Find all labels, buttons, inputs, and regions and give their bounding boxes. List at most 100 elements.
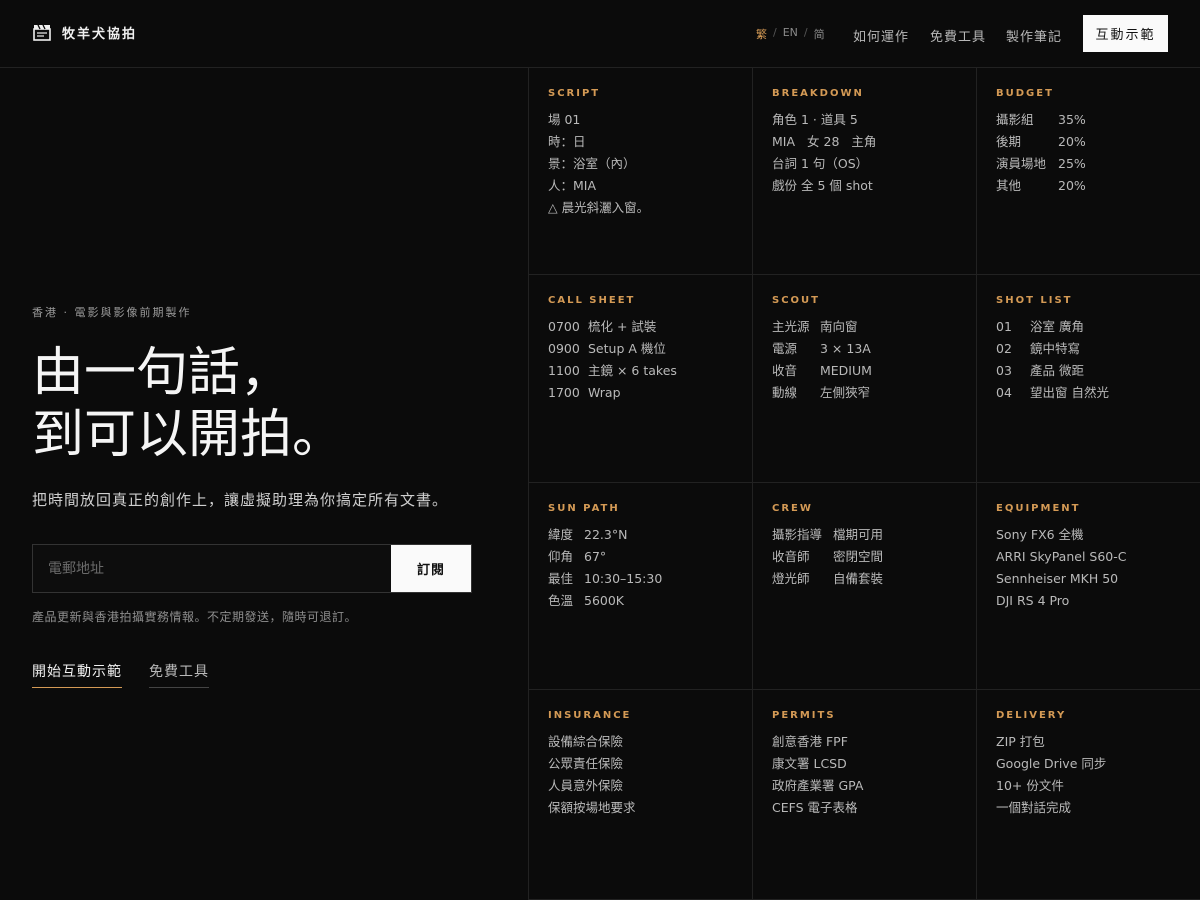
card-line-part: 1700: [548, 385, 580, 400]
card-line-part: 3 × 13A: [820, 341, 871, 356]
card-line-part: 動線: [772, 385, 798, 400]
card-line: 攝影組 35%: [996, 109, 1200, 131]
card-line: 燈光師 自備套裝: [772, 568, 976, 590]
email-input[interactable]: [33, 545, 391, 592]
card-sun-path: SUN PATH 緯度 22.3°N 仰角 67° 最佳 10:30–15:30 色溫 5600…: [528, 483, 752, 690]
card-line-part: 10:30–15:30: [584, 571, 663, 586]
card-line: 保額按場地要求: [548, 797, 752, 819]
lang-simplified[interactable]: 简: [814, 26, 825, 42]
card-line-part: 創意香港 FPF: [772, 734, 848, 749]
card-line: 收音師 密閉空間: [772, 546, 976, 568]
card-line-part: 場 01: [548, 112, 581, 127]
card-line-part: 人：MIA: [548, 178, 597, 193]
card-line-part: 0700: [548, 319, 580, 334]
card-line: 動線 左側狹窄: [772, 382, 976, 404]
card-shot-list: SHOT LIST 01 浴室 廣角 02 鏡中特寫 03 產品 微距 04 望出窗 自然光: [976, 275, 1200, 483]
nav-free-tools[interactable]: 免費工具: [930, 26, 986, 45]
card-line: 場 01: [548, 109, 752, 131]
card-line: 1100 主鏡 × 6 takes: [548, 360, 752, 382]
card-line-part: 時：日: [548, 134, 586, 149]
card-line: DJI RS 4 Pro: [996, 590, 1200, 612]
card-line-part: ZIP 打包: [996, 734, 1045, 749]
card-line-part: 景：浴室（內）: [548, 156, 636, 171]
card-line-part: 1100: [548, 363, 580, 378]
card-line: 戲份 全 5 個 shot: [772, 175, 976, 197]
card-line-part: 保額按場地要求: [548, 800, 636, 815]
card-line-part: 最佳: [548, 571, 574, 586]
card-line: ZIP 打包: [996, 731, 1200, 753]
card-title: PERMITS: [772, 710, 836, 721]
card-line-part: 主光源: [772, 319, 810, 334]
hero-eyebrow: 香港 · 電影與影像前期製作: [32, 306, 192, 319]
free-tools-link[interactable]: 免費工具: [149, 661, 209, 688]
card-line: 攝影指導 檔期可用: [772, 524, 976, 546]
card-line-part: ARRI SkyPanel S60-C: [996, 549, 1127, 564]
subscribe-button[interactable]: 訂閱: [391, 545, 471, 592]
lang-separator: /: [803, 26, 808, 39]
card-line-part: 後期: [996, 134, 1022, 149]
card-line-part: 密閉空間: [833, 549, 884, 564]
nav-how-it-works[interactable]: 如何運作: [853, 26, 909, 45]
card-line-part: 02: [996, 341, 1012, 356]
lang-english[interactable]: EN: [783, 26, 798, 42]
card-line-part: 01: [996, 319, 1012, 334]
card-line-part: 5600K: [584, 593, 625, 608]
card-crew: CREW 攝影指導 檔期可用 收音師 密閉空間 燈光師 自備套裝: [752, 483, 976, 690]
start-demo-link[interactable]: 開始互動示範: [32, 661, 122, 688]
card-line: 02 鏡中特寫: [996, 338, 1200, 360]
card-budget: BUDGET 攝影組 35% 後期 20% 演員場地 25% 其他 20%: [976, 68, 1200, 275]
card-line-part: 收音: [772, 363, 798, 378]
card-line-part: 仰角: [548, 549, 574, 564]
card-permits: PERMITS 創意香港 FPF 康文署 LCSD 政府產業署 GPA CEFS 電子表…: [752, 690, 976, 900]
card-line-part: 政府產業署 GPA: [772, 778, 864, 793]
card-line-part: 公眾責任保險: [548, 756, 624, 771]
card-line-part: 望出窗 自然光: [1030, 385, 1109, 400]
card-line-part: 設備綜合保險: [548, 734, 624, 749]
card-line-part: △ 晨光斜灑入窗。: [548, 200, 650, 215]
card-line-part: 梳化 + 試裝: [588, 319, 657, 334]
card-line-part: 人員意外保險: [548, 778, 624, 793]
card-line-part: 04: [996, 385, 1012, 400]
card-line: 景：浴室（內）: [548, 153, 752, 175]
card-line-part: 角色 1 · 道具 5: [772, 112, 858, 127]
brand-logo[interactable]: 牧羊犬協拍: [32, 22, 137, 42]
card-line: Google Drive 同步: [996, 753, 1200, 775]
subscribe-form: 訂閱: [32, 544, 472, 593]
hero-title-line2: 到可以開拍。: [32, 405, 345, 465]
clapperboard-icon: [32, 22, 52, 42]
card-line-part: 戲份 全 5 個 shot: [772, 178, 873, 193]
hero-title: 由一句話， 到可以開拍。: [32, 342, 512, 466]
card-line: 色溫 5600K: [548, 590, 752, 612]
card-line: CEFS 電子表格: [772, 797, 976, 819]
card-delivery: DELIVERY ZIP 打包 Google Drive 同步 10+ 份文件 一個對話…: [976, 690, 1200, 900]
demo-button[interactable]: 互動示範: [1083, 15, 1168, 52]
card-title: INSURANCE: [548, 710, 632, 721]
card-title: SCOUT: [772, 295, 820, 306]
card-title: EQUIPMENT: [996, 503, 1081, 514]
card-line: 康文署 LCSD: [772, 753, 976, 775]
card-line: 緯度 22.3°N: [548, 524, 752, 546]
card-line-part: 浴室 廣角: [1030, 319, 1084, 334]
card-call-sheet: CALL SHEET 0700 梳化 + 試裝 0900 Setup A 機位 1100 主…: [528, 275, 752, 483]
card-title: SHOT LIST: [996, 295, 1073, 306]
card-line: 最佳 10:30–15:30: [548, 568, 752, 590]
lang-traditional[interactable]: 繁: [756, 26, 767, 42]
card-line-part: Sony FX6 全機: [996, 527, 1084, 542]
card-line: 角色 1 · 道具 5: [772, 109, 976, 131]
card-line-part: 左側狹窄: [820, 385, 871, 400]
card-line-part: DJI RS 4 Pro: [996, 593, 1070, 608]
card-line-part: 產品 微距: [1030, 363, 1084, 378]
card-line-part: 自備套裝: [833, 571, 884, 586]
card-line: 1700 Wrap: [548, 382, 752, 404]
card-line-part: 其他: [996, 178, 1022, 193]
card-line: 創意香港 FPF: [772, 731, 976, 753]
card-line-part: 收音師: [772, 549, 810, 564]
card-line: 人：MIA: [548, 175, 752, 197]
top-header: 牧羊犬協拍 繁 / EN / 简 如何運作 免費工具 製作筆記 互動示範: [0, 0, 1200, 68]
card-line-part: Wrap: [588, 385, 621, 400]
language-switcher: 繁 / EN / 简: [756, 26, 825, 42]
card-line: 電源 3 × 13A: [772, 338, 976, 360]
nav-production-notes[interactable]: 製作筆記: [1006, 26, 1062, 45]
card-line-part: 攝影指導: [772, 527, 823, 542]
card-line: 主光源 南向窗: [772, 316, 976, 338]
